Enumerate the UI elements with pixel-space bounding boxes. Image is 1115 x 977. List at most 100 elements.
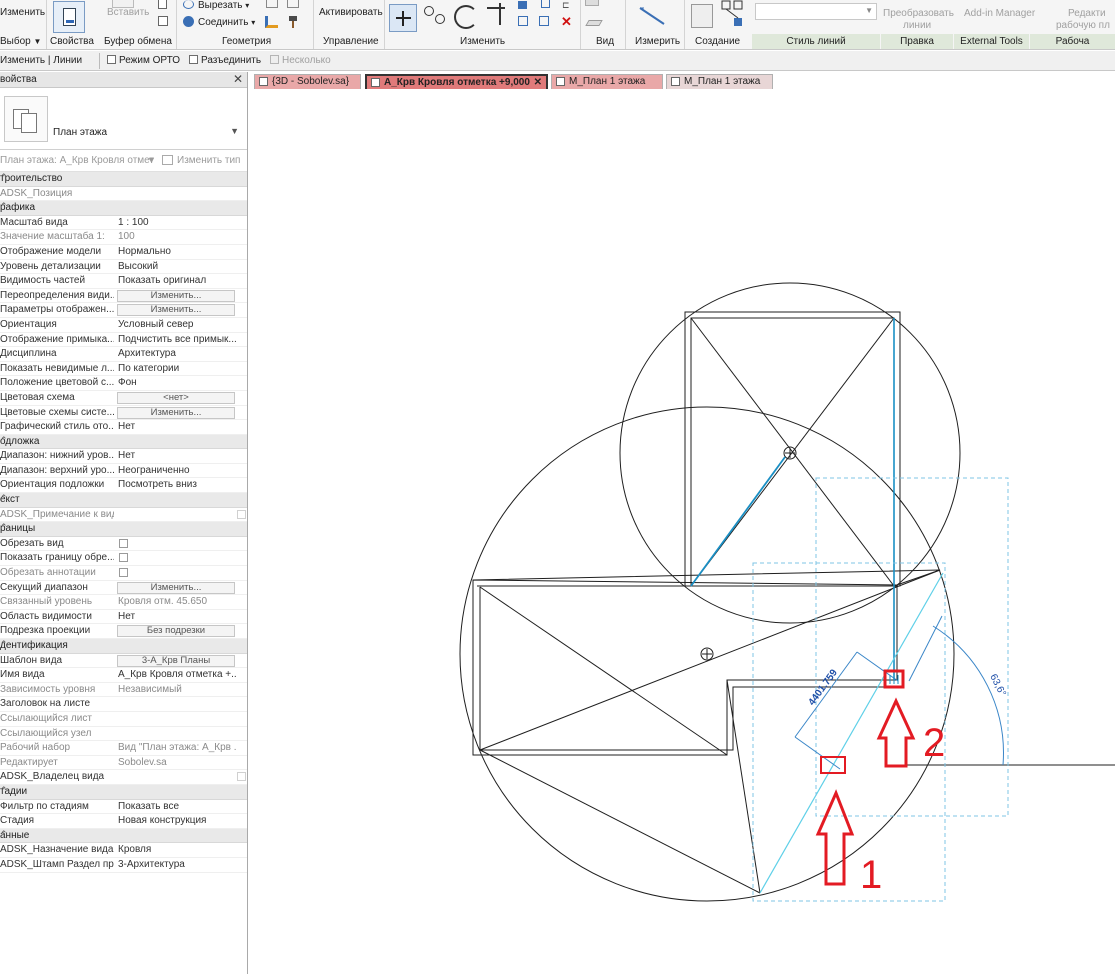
paint-icon[interactable] [265,16,278,28]
create-group-icon[interactable] [720,0,746,30]
view-tab[interactable]: А_Крв Кровля отметка +9,000 ✕ [365,74,548,89]
property-section[interactable]: тадии ⌃ [0,784,247,800]
property-value[interactable]: Вид "План этажа: А_Крв ... [118,742,236,753]
property-value[interactable]: Нет [118,450,236,461]
multiple-checkbox[interactable] [270,55,279,64]
property-edit-button[interactable]: Изменить... [117,406,235,419]
rotate-icon[interactable] [454,5,478,29]
drawing-svg[interactable]: 4401.759 63,6° 1 2 [249,89,1115,974]
join-button[interactable]: Соединить ▾ [198,17,255,28]
property-section[interactable]: одложка ⌃ [0,434,247,450]
properties-icon[interactable] [53,1,85,33]
property-section[interactable]: дентификация ⌃ [0,639,247,654]
hide-in-view-icon[interactable] [585,16,603,28]
convert-lines-label-1[interactable]: Преобразовать [883,8,954,19]
chevron-down-icon[interactable]: ▼ [230,126,239,136]
edit-workplane-label-1[interactable]: Редакти [1068,8,1106,19]
property-value[interactable]: Фон [118,377,236,388]
select-dropdown[interactable]: Выбор ▼ [0,36,41,47]
match-properties-icon[interactable] [158,16,168,26]
demolish-icon[interactable] [287,16,299,28]
property-section[interactable]: раницы ⌃ [0,522,247,537]
property-value[interactable]: А_Крв Кровля отметка +... [118,669,236,680]
property-value[interactable]: Неограниченно [118,465,236,476]
property-value[interactable]: Новая конструкция [118,815,236,826]
property-value[interactable]: Условный север [118,319,236,330]
property-value[interactable]: Показать все [118,801,236,812]
ortho-option[interactable]: Режим ОРТО [107,55,180,66]
property-section[interactable]: екст ⌃ [0,493,247,508]
properties-button[interactable]: Свойства [50,36,94,47]
property-value[interactable]: Подчистить все примык... [118,334,236,345]
property-edit-button[interactable]: <нет> [117,391,235,404]
property-checkbox[interactable] [237,772,246,782]
copy-element-icon[interactable] [424,6,434,16]
edit-type-button[interactable]: Изменить тип [162,155,240,166]
close-icon[interactable]: ✕ [233,72,243,86]
property-edit-button[interactable]: Изменить... [117,289,235,302]
property-value[interactable]: Нет [118,421,236,432]
property-value[interactable]: По категории [118,363,236,374]
activate-button[interactable]: Активировать [319,7,383,18]
view-tab[interactable]: М_План 1 этажа [551,74,663,89]
multiple-option[interactable]: Несколько [270,55,331,66]
create-assembly-icon[interactable] [691,4,713,28]
cut-geometry-icon[interactable] [183,0,194,9]
selected-line-diagonal[interactable] [759,572,944,894]
move-icon[interactable] [389,4,417,32]
property-value[interactable]: Показать оригинал [118,275,236,286]
collapse-icon[interactable]: ⌃ [0,639,241,650]
property-edit-button[interactable]: Изменить... [117,304,235,317]
collapse-icon[interactable]: ⌃ [0,201,241,212]
collapse-icon[interactable]: ⌃ [0,785,241,796]
array-icon[interactable] [518,16,528,26]
trim-icon[interactable] [487,3,509,25]
collapse-icon[interactable]: ⌃ [0,493,241,504]
addin-manager-button[interactable]: Add-in Manager [964,8,1035,19]
unpin-icon[interactable]: ⊏ [562,0,570,11]
wall-joins-icon[interactable] [266,0,278,8]
ortho-checkbox[interactable] [107,55,116,64]
collapse-icon[interactable]: ⌃ [0,172,241,183]
collapse-icon[interactable]: ⌃ [0,435,241,446]
property-edit-button[interactable]: Изменить... [117,581,235,594]
convert-lines-label-2[interactable]: линии [903,20,931,31]
close-tab-icon[interactable]: ✕ [534,76,542,90]
property-edit-button[interactable]: Без подрезки [117,625,235,638]
override-graphics-icon[interactable] [585,0,599,6]
property-value[interactable]: 1 : 100 [118,217,236,228]
property-section[interactable]: анные ⌃ [0,828,247,844]
property-value[interactable]: Посмотреть вниз [118,479,236,490]
property-value[interactable]: Кровля [118,844,236,855]
instance-selector[interactable]: План этажа: А_Крв Кровля отмет [0,155,154,166]
edit-workplane-label-2[interactable]: рабочую пл [1056,20,1110,31]
split-face-icon[interactable] [287,0,299,8]
property-section[interactable]: рафика ⌃ [0,201,247,216]
property-section[interactable]: троительство ⌃ [0,172,247,187]
property-value[interactable]: Sobolev.sa [118,757,236,768]
measure-icon[interactable] [638,6,668,26]
property-value[interactable]: 100 [118,231,236,242]
selected-line-upper[interactable] [690,456,786,587]
line-style-dropdown[interactable]: ▼ [755,3,877,20]
paste-button[interactable]: Вставить [107,7,149,18]
cut-button[interactable]: Вырезать ▾ [198,0,249,11]
property-checkbox[interactable] [237,509,246,519]
disjoin-checkbox[interactable] [189,55,198,64]
property-value[interactable]: Нет [118,611,236,622]
property-value[interactable]: Независимый [118,684,236,695]
align-icon[interactable] [518,1,527,9]
copy-icon[interactable] [158,0,167,9]
drawing-canvas[interactable]: 4401.759 63,6° 1 2 [249,89,1115,974]
modify-button[interactable]: Изменить [0,7,45,18]
join-geometry-icon[interactable] [183,16,194,27]
property-value[interactable]: Высокий [118,261,236,272]
delete-icon[interactable]: ✕ [561,14,572,30]
property-value[interactable]: Архитектура [118,348,236,359]
type-selector[interactable]: План этажа ▼ [0,88,247,150]
scale-icon[interactable] [539,16,549,26]
property-edit-button[interactable]: 3-А_Крв Планы [117,654,235,667]
property-value[interactable]: 3-Архитектура [118,859,236,870]
mirror-icon[interactable] [541,0,550,8]
property-checkbox[interactable] [119,553,128,563]
